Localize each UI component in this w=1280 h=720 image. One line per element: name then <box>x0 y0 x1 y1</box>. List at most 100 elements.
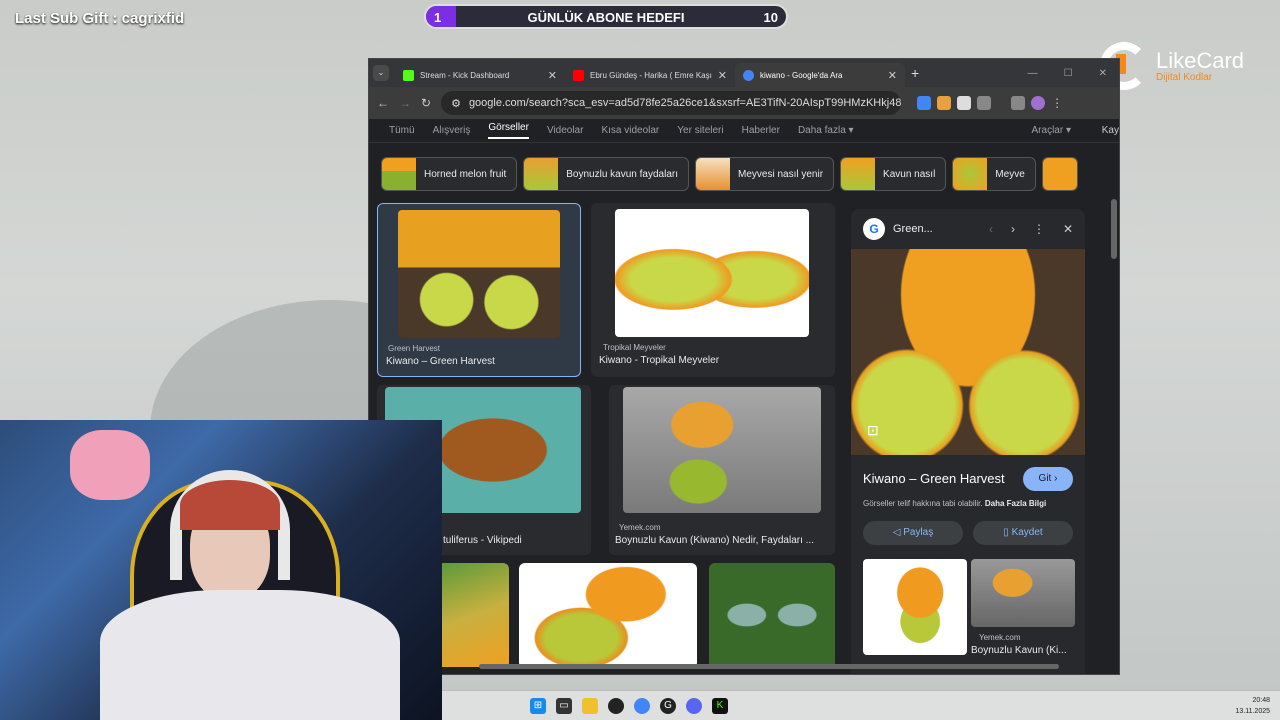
search-nav-tabs: Tümü Alışveriş Görseller Videolar Kısa v… <box>369 119 1119 143</box>
translate-extension-icon[interactable] <box>917 96 932 110</box>
tab-search-button[interactable]: ⌄ <box>373 65 389 81</box>
scrollbar-thumb[interactable] <box>479 664 1059 669</box>
tab-youtube[interactable]: Ebru Gündeş - Harika ( Emre Kaşık... ✕ <box>565 63 735 87</box>
app-icon[interactable] <box>608 697 624 714</box>
preview-title[interactable]: Kiwano – Green Harvest <box>863 471 1005 486</box>
task-view-icon[interactable]: ▭ <box>556 697 572 714</box>
google-results-page: Tümü Alışveriş Görseller Videolar Kısa v… <box>369 119 1119 674</box>
panel-site-name[interactable]: Green... <box>893 223 933 235</box>
system-clock[interactable]: 20:48 13.11.2025 <box>1235 695 1270 717</box>
scrollbar-thumb[interactable] <box>1111 199 1117 259</box>
chip-benefits[interactable]: Boynuzlu kavun faydaları <box>523 157 689 191</box>
window-controls: — ☐ ✕ <box>1028 68 1119 79</box>
google-icon <box>743 69 754 81</box>
learn-more-link[interactable]: Daha Fazla Bilgi <box>985 499 1046 508</box>
result-image <box>398 210 560 338</box>
tools-button[interactable]: Araçlar ▾ <box>1032 125 1071 136</box>
close-tab-icon[interactable]: ✕ <box>718 69 727 82</box>
nav-all[interactable]: Tümü <box>389 125 415 136</box>
result-card[interactable]: Yemek.com Boynuzlu Kavun (Kiwano) Nedir,… <box>609 385 835 555</box>
result-card[interactable] <box>709 563 835 673</box>
taskbar: ⊞ ▭ G K 20:48 13.11.2025 <box>442 690 1280 720</box>
result-card[interactable] <box>437 563 509 673</box>
browser-window: ⌄ Stream - Kick Dashboard ✕ Ebru Gündeş … <box>368 58 1120 675</box>
tab-title: Stream - Kick Dashboard <box>420 70 510 80</box>
profile-avatar[interactable] <box>1031 96 1046 110</box>
vertical-scrollbar[interactable] <box>1111 179 1117 674</box>
nav-news[interactable]: Haberler <box>742 125 780 136</box>
media-control-icon[interactable] <box>1011 96 1026 110</box>
chip-thumbnail <box>696 158 730 190</box>
horizontal-scrollbar[interactable] <box>379 664 1109 670</box>
nav-videos[interactable]: Videolar <box>547 125 584 136</box>
save-button[interactable]: ▯ Kaydet <box>973 521 1073 545</box>
panel-header: G Green... ‹ › ⋮ ✕ <box>863 217 1073 241</box>
close-tab-icon[interactable]: ✕ <box>548 69 557 82</box>
forward-icon[interactable]: → <box>399 96 411 110</box>
result-card[interactable]: Tropikal Meyveler Kiwano - Tropikal Meyv… <box>591 203 835 377</box>
result-caption: Kiwano – Green Harvest <box>386 356 495 367</box>
nav-more[interactable]: Daha fazla ▾ <box>798 125 854 136</box>
kick-app-icon[interactable]: K <box>712 697 728 714</box>
minimize-icon[interactable]: — <box>1028 68 1038 79</box>
preview-image[interactable]: ⊡ <box>851 249 1085 455</box>
related-caption: Boynuzlu Kavun (Ki... <box>971 645 1067 656</box>
chip-melon[interactable]: Kavun nasıl <box>840 157 947 191</box>
close-tab-icon[interactable]: ✕ <box>888 69 897 82</box>
panel-controls: ‹ › ⋮ ✕ <box>989 222 1073 236</box>
copyright-text: Görseller telif hakkına tabi olabilir. <box>863 499 983 508</box>
related-chips: Horned melon fruit Boynuzlu kavun faydal… <box>381 157 1078 191</box>
next-icon[interactable]: › <box>1011 222 1015 236</box>
chip-more[interactable] <box>1041 157 1078 191</box>
chip-thumbnail <box>953 158 988 190</box>
chip-label: Meyvesi nasıl yenir <box>738 168 824 180</box>
url-field[interactable]: ⚙ google.com/search?sca_esv=ad5d78fe25a2… <box>441 91 902 115</box>
close-panel-icon[interactable]: ✕ <box>1063 222 1073 236</box>
windows-start-icon[interactable]: ⊞ <box>530 697 546 714</box>
nav-shopping[interactable]: Alışveriş <box>433 125 471 136</box>
site-info-icon[interactable]: ⚙ <box>451 97 461 110</box>
related-image[interactable] <box>971 559 1075 627</box>
previous-icon[interactable]: ‹ <box>989 222 993 236</box>
chip-how-to-eat[interactable]: Meyvesi nasıl yenir <box>695 157 835 191</box>
chip-label: Meyve <box>995 168 1025 180</box>
address-bar: ← → ↻ ⚙ google.com/search?sca_esv=ad5d78… <box>369 87 1119 119</box>
discord-icon[interactable] <box>686 697 702 714</box>
maximize-icon[interactable]: ☐ <box>1064 68 1073 79</box>
file-explorer-icon[interactable] <box>582 697 598 714</box>
chip-label: Kavun nasıl <box>883 168 936 180</box>
more-options-icon[interactable]: ⋮ <box>1033 222 1045 236</box>
tab-bar: ⌄ Stream - Kick Dashboard ✕ Ebru Gündeş … <box>369 59 1119 87</box>
streamer-webcam <box>0 420 442 720</box>
chip-horned-melon[interactable]: Horned melon fruit <box>381 157 518 191</box>
visit-button[interactable]: Git › <box>1023 467 1073 491</box>
new-tab-button[interactable]: + <box>911 65 919 81</box>
clock-date: 13.11.2025 <box>1235 707 1270 715</box>
result-card[interactable] <box>519 563 697 673</box>
close-window-icon[interactable]: ✕ <box>1099 68 1107 79</box>
snapchat-extension-icon[interactable] <box>957 96 972 110</box>
extension-icon[interactable] <box>937 96 952 110</box>
result-card[interactable]: Green Harvest Kiwano – Green Harvest <box>377 203 581 377</box>
nav-short-videos[interactable]: Kısa videolar <box>601 125 659 136</box>
chrome-icon[interactable] <box>634 697 650 714</box>
save-label: Kaydet <box>1011 527 1043 538</box>
nav-places[interactable]: Yer siteleri <box>677 125 723 136</box>
tab-kick-dashboard[interactable]: Stream - Kick Dashboard ✕ <box>395 63 565 87</box>
result-caption: Kiwano - Tropikal Meyveler <box>599 355 720 366</box>
lens-search-icon[interactable]: ⊡ <box>867 422 879 439</box>
github-icon[interactable]: G <box>660 697 676 714</box>
related-image[interactable] <box>863 559 967 655</box>
saved-button[interactable]: Kay <box>1102 125 1119 136</box>
tab-google-search[interactable]: kiwano - Google'da Ara ✕ <box>735 63 905 87</box>
nav-images[interactable]: Görseller <box>488 122 529 139</box>
chip-fruit[interactable]: Meyve <box>952 157 1036 191</box>
reload-icon[interactable]: ↻ <box>421 96 431 110</box>
tab-title: Ebru Gündeş - Harika ( Emre Kaşık... <box>590 70 712 80</box>
back-icon[interactable]: ← <box>377 96 389 110</box>
puzzle-icon[interactable] <box>977 96 992 110</box>
share-button[interactable]: ◁ Paylaş <box>863 521 963 545</box>
bookmark-icon: ▯ <box>1003 527 1012 538</box>
sponsor-name: LikeCard <box>1156 48 1245 73</box>
menu-kebab-icon[interactable]: ⋮ <box>1051 96 1063 110</box>
